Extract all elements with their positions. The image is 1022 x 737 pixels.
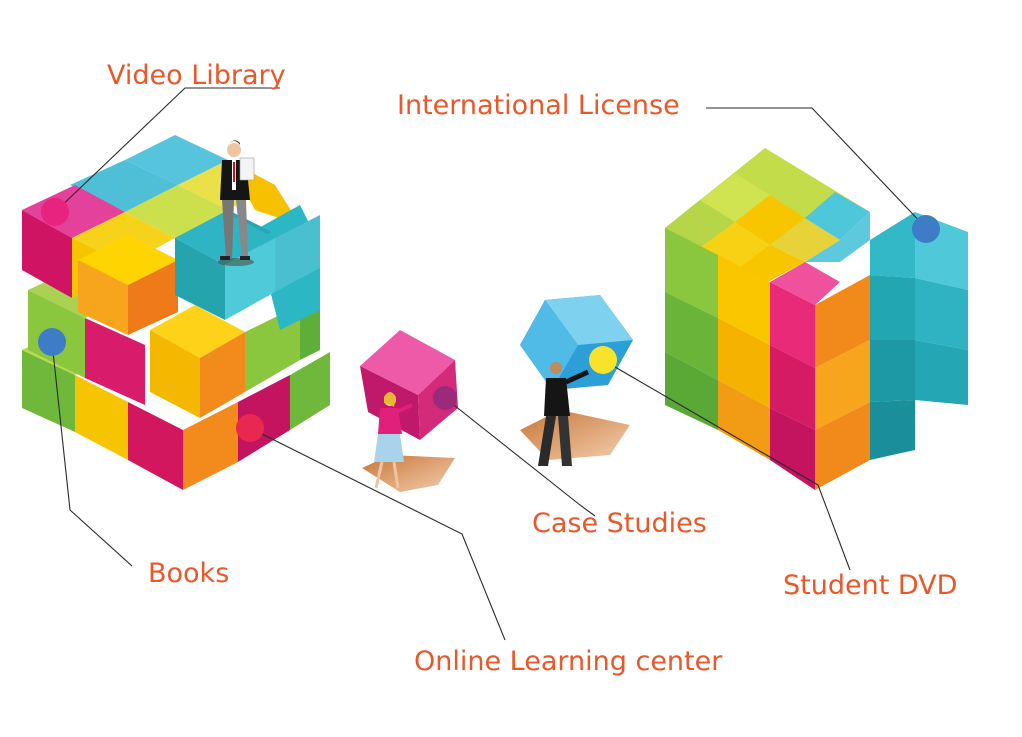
- international-license-dot[interactable]: [912, 215, 940, 243]
- case-studies-dot[interactable]: [433, 386, 457, 410]
- right-solved-cube: [665, 148, 968, 490]
- online-learning-center-label[interactable]: Online Learning center: [414, 646, 723, 677]
- video-library-label[interactable]: Video Library: [107, 60, 286, 91]
- left-scrambled-cube: [22, 135, 330, 490]
- man-shadow: [520, 410, 630, 460]
- video-library-dot[interactable]: [41, 198, 69, 226]
- case-studies-label[interactable]: Case Studies: [532, 508, 707, 539]
- blue-floating-cube-group: [520, 295, 633, 466]
- education-products-diagram: Video Library International License Book…: [22, 60, 968, 677]
- books-dot[interactable]: [38, 328, 66, 356]
- student-dvd-dot[interactable]: [589, 346, 617, 374]
- books-label[interactable]: Books: [148, 558, 229, 589]
- international-license-label[interactable]: International License: [397, 90, 680, 121]
- pink-floating-cube-group: [360, 330, 458, 492]
- online-learning-center-dot[interactable]: [236, 414, 264, 442]
- student-dvd-label[interactable]: Student DVD: [783, 570, 957, 601]
